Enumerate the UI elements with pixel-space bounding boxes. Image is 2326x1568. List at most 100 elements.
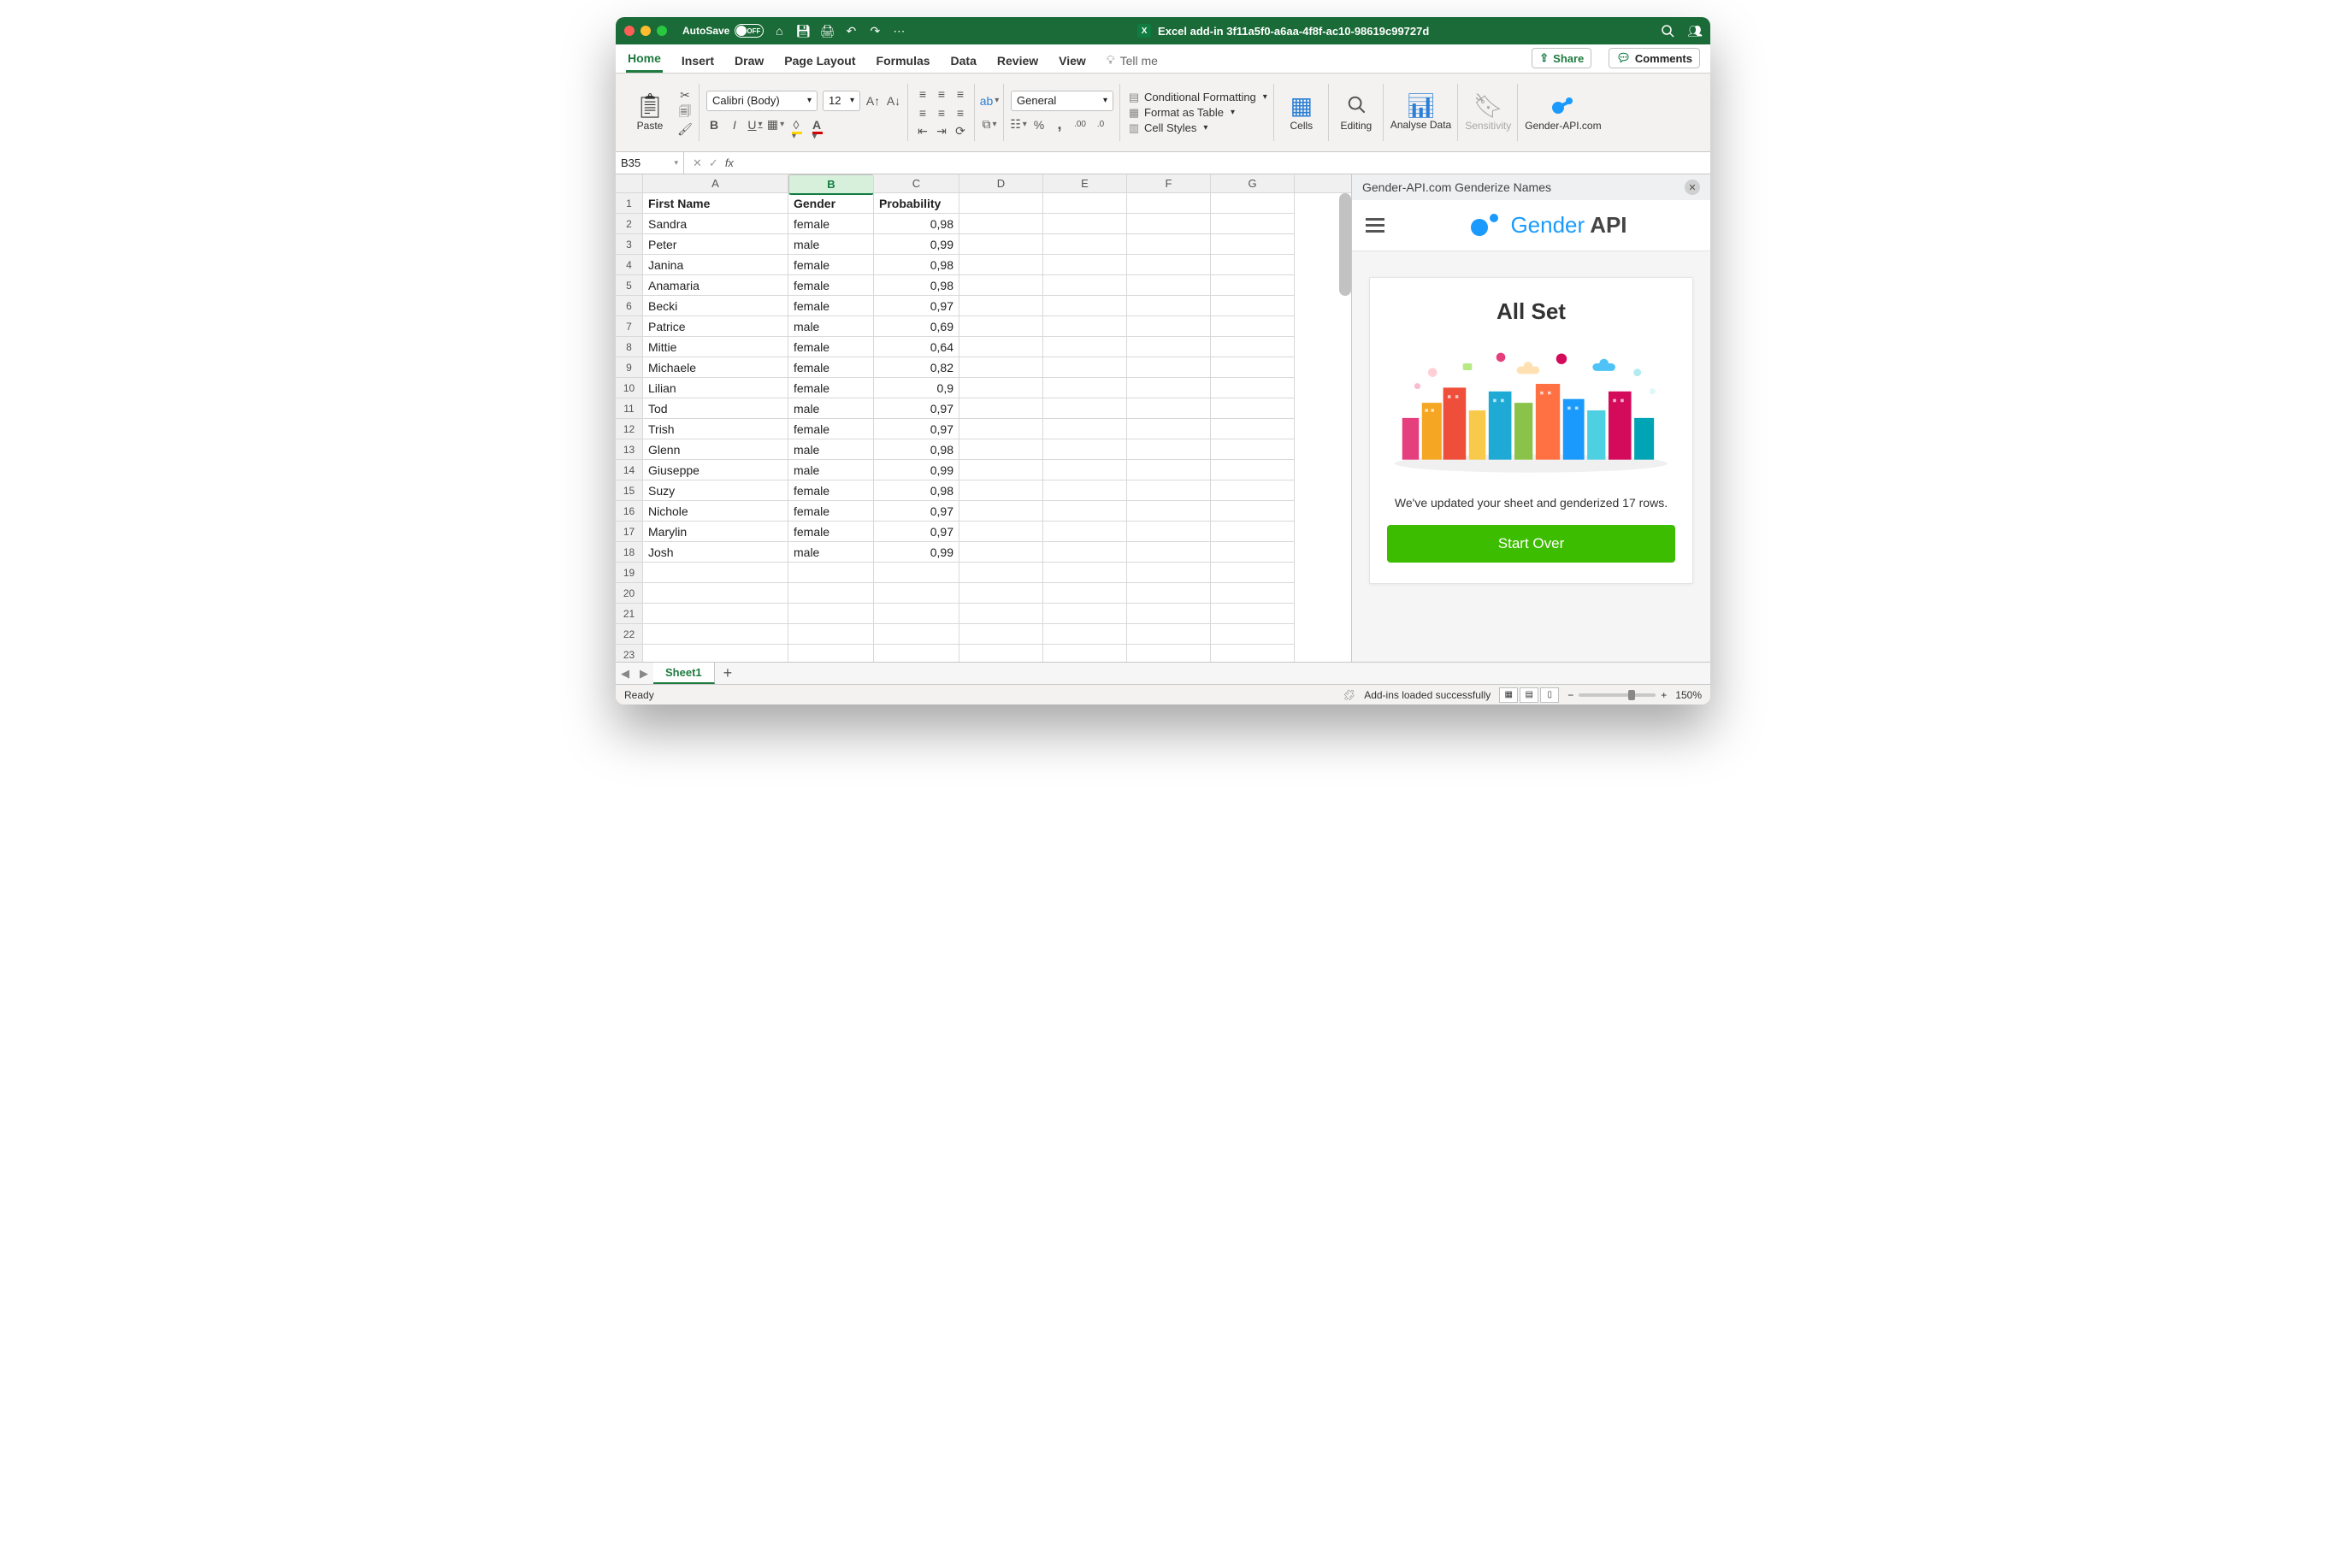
cell[interactable] (1127, 522, 1211, 542)
cell[interactable] (1127, 460, 1211, 480)
cell[interactable] (959, 357, 1043, 378)
cell[interactable] (874, 624, 959, 645)
align-left-icon[interactable]: ≡ (915, 105, 930, 121)
cell[interactable] (643, 624, 788, 645)
cell[interactable] (1043, 296, 1127, 316)
cell[interactable] (1043, 460, 1127, 480)
cell[interactable]: male (788, 439, 874, 460)
cell[interactable] (1127, 255, 1211, 275)
cell[interactable] (1127, 645, 1211, 662)
cell[interactable] (1127, 214, 1211, 234)
row-header[interactable]: 2 (616, 214, 643, 234)
row-header[interactable]: 13 (616, 439, 643, 460)
cell[interactable]: Becki (643, 296, 788, 316)
align-right-icon[interactable]: ≡ (953, 105, 968, 121)
cell[interactable] (643, 563, 788, 583)
sheet-tab-1[interactable]: Sheet1 (653, 663, 715, 684)
increase-decimal-icon[interactable]: .00 (1072, 117, 1088, 133)
font-color-button[interactable]: A (809, 117, 824, 133)
row-header[interactable]: 15 (616, 480, 643, 501)
cell[interactable] (1127, 439, 1211, 460)
save-icon[interactable]: 💾︎ (796, 24, 810, 38)
cell[interactable] (1043, 645, 1127, 662)
cell[interactable] (1211, 357, 1295, 378)
italic-button[interactable]: I (727, 117, 742, 133)
row-header[interactable]: 12 (616, 419, 643, 439)
cell[interactable] (1211, 214, 1295, 234)
cell[interactable] (1127, 234, 1211, 255)
font-name-selector[interactable]: Calibri (Body)▾ (706, 91, 818, 111)
column-header-a[interactable]: A (643, 174, 788, 192)
cell[interactable] (1211, 563, 1295, 583)
cell[interactable] (788, 563, 874, 583)
cell[interactable]: 0,97 (874, 419, 959, 439)
cell[interactable] (1043, 522, 1127, 542)
row-header[interactable]: 3 (616, 234, 643, 255)
align-middle-icon[interactable]: ≡ (934, 86, 949, 102)
cell[interactable]: male (788, 542, 874, 563)
zoom-in-icon[interactable]: + (1661, 689, 1667, 701)
increase-indent-icon[interactable]: ⇥ (934, 124, 949, 139)
cell[interactable]: 0,97 (874, 501, 959, 522)
tab-data[interactable]: Data (949, 49, 978, 73)
cell[interactable]: 0,97 (874, 522, 959, 542)
cell-styles-button[interactable]: ▥Cell Styles▾ (1127, 121, 1267, 136)
cell[interactable] (1043, 542, 1127, 563)
cell[interactable] (1043, 398, 1127, 419)
cell[interactable] (1211, 604, 1295, 624)
cell[interactable] (959, 522, 1043, 542)
cell[interactable] (1211, 419, 1295, 439)
vertical-scrollbar[interactable] (1339, 193, 1351, 296)
cell[interactable] (874, 645, 959, 662)
merge-button[interactable]: ⧉ (982, 117, 997, 133)
cell[interactable]: female (788, 378, 874, 398)
cell[interactable] (1127, 624, 1211, 645)
row-header[interactable]: 10 (616, 378, 643, 398)
cell[interactable]: 0,9 (874, 378, 959, 398)
cell[interactable]: male (788, 460, 874, 480)
cell[interactable] (1127, 357, 1211, 378)
minimize-window-icon[interactable] (641, 26, 651, 36)
tab-home[interactable]: Home (626, 46, 663, 73)
normal-view-button[interactable]: ▦ (1499, 687, 1518, 703)
sheet-nav-prev[interactable]: ◀ (616, 663, 635, 684)
fx-icon[interactable]: fx (725, 156, 734, 169)
row-header[interactable]: 1 (616, 193, 643, 214)
cell[interactable] (1211, 275, 1295, 296)
tell-me-search[interactable]: 💡︎ Tell me (1105, 48, 1160, 73)
zoom-control[interactable]: − + (1567, 689, 1667, 701)
row-header[interactable]: 17 (616, 522, 643, 542)
decrease-font-icon[interactable]: A↓ (886, 93, 901, 109)
cell[interactable] (874, 604, 959, 624)
borders-button[interactable]: ▦ (768, 117, 783, 133)
cell[interactable] (1043, 234, 1127, 255)
copy-icon[interactable]: 🗐︎ (677, 105, 693, 121)
align-center-icon[interactable]: ≡ (934, 105, 949, 121)
cell[interactable] (1211, 378, 1295, 398)
cell[interactable] (1211, 296, 1295, 316)
cell[interactable]: female (788, 296, 874, 316)
home-icon[interactable]: ⌂ (772, 24, 786, 38)
fill-color-button[interactable]: ◊ (788, 117, 804, 133)
cell[interactable]: 0,64 (874, 337, 959, 357)
cell[interactable] (1043, 337, 1127, 357)
column-header-b[interactable]: B (788, 174, 874, 195)
cell[interactable]: 0,99 (874, 542, 959, 563)
cell[interactable]: female (788, 501, 874, 522)
cell[interactable] (874, 583, 959, 604)
cell[interactable] (788, 583, 874, 604)
cell[interactable] (1043, 357, 1127, 378)
cell[interactable]: female (788, 480, 874, 501)
cell[interactable] (959, 624, 1043, 645)
cell[interactable] (1211, 255, 1295, 275)
row-header[interactable]: 11 (616, 398, 643, 419)
align-top-icon[interactable]: ≡ (915, 86, 930, 102)
cell[interactable] (1043, 193, 1127, 214)
format-as-table-button[interactable]: ▦Format as Table▾ (1127, 105, 1267, 121)
cell[interactable]: Anamaria (643, 275, 788, 296)
cell[interactable] (959, 542, 1043, 563)
row-header[interactable]: 6 (616, 296, 643, 316)
cell[interactable]: 0,97 (874, 296, 959, 316)
zoom-out-icon[interactable]: − (1567, 689, 1573, 701)
cell[interactable]: Marylin (643, 522, 788, 542)
